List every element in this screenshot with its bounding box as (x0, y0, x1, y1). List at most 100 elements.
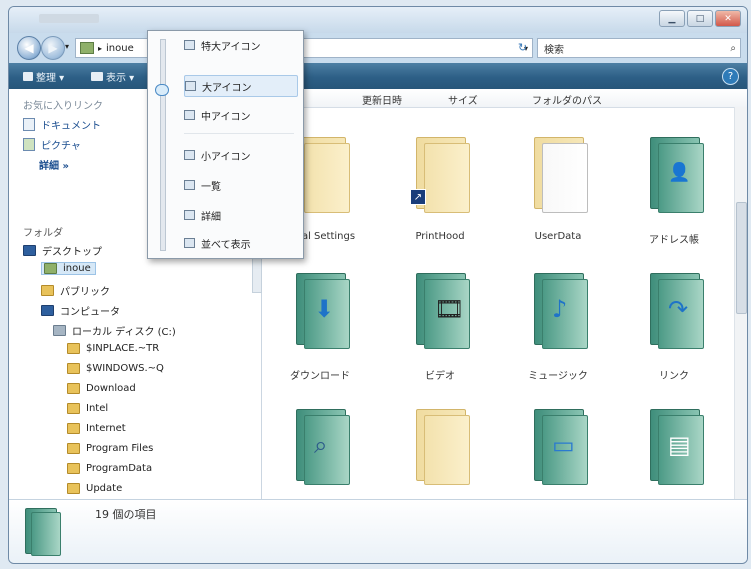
caption-buttons: ▁ □ ✕ (659, 10, 741, 27)
document-folder-icon (534, 137, 588, 213)
music-folder-icon: ♪ (534, 273, 588, 349)
file-item-contacts[interactable]: 👤 アドレス帳 (624, 135, 724, 246)
search-input[interactable]: 検索 ⌕ (537, 38, 741, 58)
tree-item-label: ローカル ディスク (C:) (72, 327, 176, 338)
file-item-label: PrintHood (415, 231, 465, 242)
tree-item-label: パブリック (60, 287, 110, 298)
vertical-scrollbar[interactable] (734, 107, 747, 499)
tree-item-folder[interactable]: $WINDOWS.~Q (67, 363, 164, 374)
help-button[interactable]: ? (722, 68, 739, 85)
tree-item-folder[interactable]: Internet (67, 423, 126, 434)
folder-icon (67, 363, 80, 374)
links-folder-icon: ↷ (650, 273, 704, 349)
search-icon[interactable]: ⌕ (730, 43, 736, 54)
favorite-link-pictures[interactable]: ピクチャ (23, 137, 81, 152)
large-icons-icon (185, 81, 196, 91)
view-option-large-icons[interactable]: 大アイコン (184, 75, 298, 97)
file-item-label: UserData (534, 231, 582, 242)
folder-icon (67, 443, 80, 454)
desktop-folder-icon: ▭ (534, 409, 588, 485)
file-item-printhood[interactable]: ↗ PrintHood (390, 135, 490, 245)
tree-item-folder[interactable]: Download (67, 383, 136, 394)
title-bar[interactable]: ▁ □ ✕ (9, 7, 747, 33)
document-icon (23, 118, 35, 131)
search-folder-icon: ⌕ (296, 409, 350, 485)
tree-item-label: $INPLACE.~TR (86, 343, 160, 354)
tree-item-folder[interactable]: ProgramData (67, 463, 152, 474)
tiles-view-icon (184, 238, 195, 248)
tree-item-label: Intel (86, 403, 109, 414)
tree-item-label: Internet (86, 423, 126, 434)
view-option-list[interactable]: 一覧 (184, 175, 296, 195)
drive-icon (53, 325, 66, 336)
recent-pages-chevron-icon[interactable]: ▾ (65, 42, 69, 51)
address-row: ◀ ▶ ▾ ▸ inoue ▾ ↻ 検索 ⌕ (9, 33, 747, 63)
organize-button[interactable]: 整理 ▾ (23, 68, 64, 84)
column-header-size[interactable]: サイズ (448, 92, 478, 107)
file-item-music[interactable]: ♪ ミュージック (508, 271, 608, 382)
desktop-icon (23, 245, 36, 256)
details-pane: 19 個の項目 (9, 499, 747, 563)
maximize-button[interactable]: □ (687, 10, 713, 27)
folder-icon (67, 343, 80, 354)
tree-item-folder[interactable]: $INPLACE.~TR (67, 343, 159, 354)
file-item-downloads[interactable]: ⬇ ダウンロード (270, 271, 370, 382)
favorite-links-more[interactable]: 詳細 » (39, 157, 69, 172)
slider-thumb[interactable] (155, 84, 169, 96)
refresh-icon[interactable]: ↻ (518, 41, 527, 54)
explorer-window: ▁ □ ✕ ◀ ▶ ▾ ▸ inoue ▾ ↻ 検索 ⌕ 整理 ▾ 表示 ▾ ? (8, 6, 748, 564)
folders-title[interactable]: フォルダ (23, 224, 63, 239)
tree-item-local-disk[interactable]: ローカル ディスク (C:) (53, 323, 176, 338)
address-bar[interactable]: ▸ inoue ▾ (75, 38, 533, 58)
file-item-links[interactable]: ↷ リンク (624, 271, 724, 382)
favorite-link-label: ピクチャ (41, 141, 81, 152)
file-item-label: ミュージック (528, 371, 588, 382)
views-button[interactable]: 表示 ▾ (91, 68, 134, 84)
details-view-icon (184, 210, 195, 220)
breadcrumb-arrow-icon[interactable]: ▸ (98, 44, 102, 53)
close-button[interactable]: ✕ (715, 10, 741, 27)
small-icons-icon (184, 150, 195, 160)
organize-icon (23, 71, 33, 81)
view-option-small-icons[interactable]: 小アイコン (184, 145, 296, 165)
file-item-label: リンク (659, 371, 689, 382)
view-size-slider[interactable] (160, 39, 166, 251)
command-bar: 整理 ▾ 表示 ▾ ? (9, 63, 747, 89)
tree-item-label: デスクトップ (42, 247, 102, 258)
address-path[interactable]: inoue (106, 43, 134, 54)
scrollbar-thumb[interactable] (736, 202, 747, 314)
favorite-link-documents[interactable]: ドキュメント (23, 117, 101, 132)
back-button[interactable]: ◀ (17, 36, 41, 60)
tree-item-inoue[interactable]: inoue (41, 262, 96, 275)
column-header-modified[interactable]: 更新日時 (362, 92, 402, 107)
user-folder-icon (44, 263, 57, 274)
tree-item-desktop[interactable]: デスクトップ (23, 243, 102, 258)
menu-divider (184, 133, 294, 134)
help-icon: ? (727, 71, 734, 82)
tree-item-public[interactable]: パブリック (41, 283, 110, 298)
view-option-extra-large-icons[interactable]: 特大アイコン (184, 35, 296, 55)
column-header-folder-path[interactable]: フォルダのパス (532, 92, 602, 107)
favorite-links-title: お気に入りリンク (23, 101, 103, 112)
view-option-details[interactable]: 詳細 (184, 205, 296, 225)
forward-button[interactable]: ▶ (41, 36, 65, 60)
tree-item-folder[interactable]: Update (67, 483, 122, 494)
view-option-label: 特大アイコン (201, 41, 261, 53)
view-option-label: 中アイコン (201, 111, 251, 123)
tree-item-folder[interactable]: Program Files (67, 443, 153, 454)
tree-item-computer[interactable]: コンピュータ (41, 303, 120, 318)
folder-icon (416, 409, 470, 485)
views-label: 表示 ▾ (106, 72, 135, 84)
views-icon (91, 71, 103, 81)
folder-icon (67, 463, 80, 474)
file-item-userdata[interactable]: UserData (508, 135, 608, 245)
view-option-label: 小アイコン (201, 151, 251, 163)
file-item-videos[interactable]: 🎞 ビデオ (390, 271, 490, 382)
view-option-medium-icons[interactable]: 中アイコン (184, 105, 296, 125)
tree-item-folder[interactable]: Intel (67, 403, 108, 414)
folder-icon (41, 285, 54, 296)
back-arrow-icon: ◀ (24, 41, 34, 55)
view-option-tiles[interactable]: 並べて表示 (184, 233, 296, 253)
minimize-button[interactable]: ▁ (659, 10, 685, 27)
file-item-label: アドレス帳 (649, 235, 699, 246)
